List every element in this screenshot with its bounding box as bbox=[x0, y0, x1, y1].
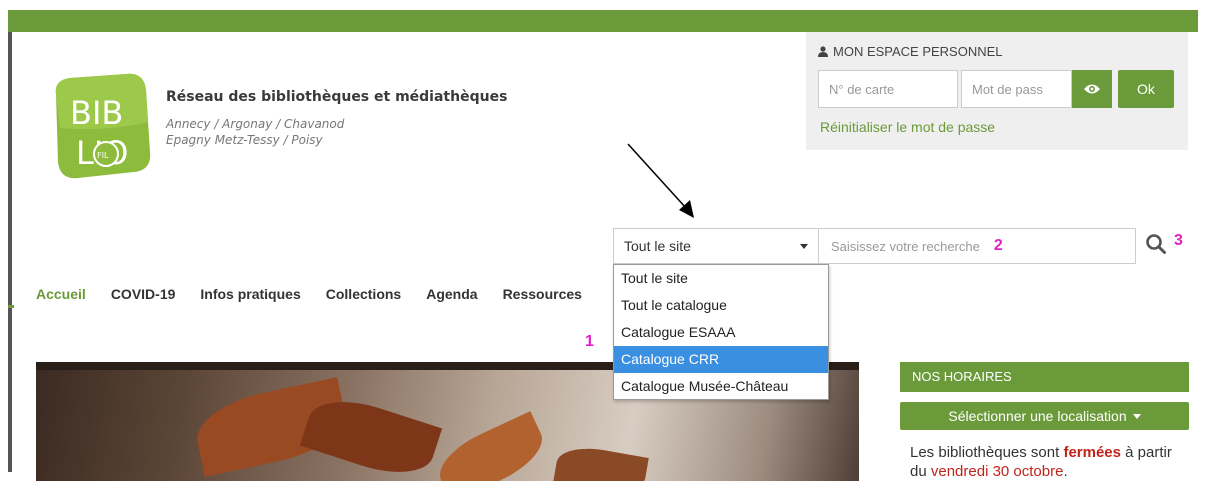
hours-text-strong: fermées bbox=[1063, 444, 1121, 461]
user-icon bbox=[818, 46, 828, 57]
login-title: MON ESPACE PERSONNEL bbox=[818, 44, 1003, 59]
login-ok-button[interactable]: Ok bbox=[1118, 70, 1174, 108]
show-password-button[interactable] bbox=[1072, 70, 1112, 108]
hours-text-date: vendredi 30 octobre bbox=[930, 463, 1064, 480]
dropdown-option-catalogue-crr[interactable]: Catalogue CRR bbox=[614, 346, 828, 373]
reset-password-link[interactable]: Réinitialiser le mot de passe bbox=[820, 119, 995, 135]
search-scope-select[interactable]: Tout le site bbox=[613, 228, 819, 264]
password-input[interactable] bbox=[961, 70, 1072, 108]
site-title: Réseau des bibliothèques et médiathèques bbox=[166, 89, 508, 105]
nav-item-collections[interactable]: Collections bbox=[326, 286, 401, 302]
nav-item-infos-pratiques[interactable]: Infos pratiques bbox=[200, 286, 300, 302]
annotation-number-2: 2 bbox=[993, 237, 1003, 254]
main-nav: Accueil COVID-19 Infos pratiques Collect… bbox=[36, 280, 613, 310]
hours-notice: Les bibliothèques sont fermées à partir … bbox=[910, 443, 1190, 481]
select-location-label: Sélectionner une localisation bbox=[948, 408, 1127, 424]
hours-header: NOS HORAIRES bbox=[900, 362, 1189, 392]
hours-text-end: . bbox=[1063, 463, 1068, 480]
login-panel: MON ESPACE PERSONNEL Ok Réinitialiser le… bbox=[806, 32, 1188, 150]
logo-badge-text: FIL bbox=[97, 151, 109, 160]
biblio-logo[interactable]: BIB LIO FIL bbox=[48, 72, 152, 182]
site-subtitle-1: Annecy / Argonay / Chavanod bbox=[166, 117, 345, 131]
login-title-text: MON ESPACE PERSONNEL bbox=[833, 44, 1003, 59]
nav-item-covid[interactable]: COVID-19 bbox=[111, 286, 176, 302]
search-scope-value: Tout le site bbox=[624, 238, 691, 254]
dropdown-option-tout-le-site[interactable]: Tout le site bbox=[614, 265, 828, 292]
logo-text-1: BIB bbox=[70, 94, 123, 132]
search-icon[interactable] bbox=[1145, 233, 1167, 255]
left-page-border bbox=[8, 32, 12, 472]
nav-item-accueil[interactable]: Accueil bbox=[36, 286, 86, 302]
dropdown-option-catalogue-musee-chateau[interactable]: Catalogue Musée-Château bbox=[614, 373, 828, 400]
side-accent bbox=[8, 305, 14, 308]
eye-icon bbox=[1084, 84, 1100, 94]
nav-item-agenda[interactable]: Agenda bbox=[426, 286, 477, 302]
hours-text-before: Les bibliothèques sont bbox=[910, 444, 1064, 461]
search-scope-dropdown: Tout le site Tout le catalogue Catalogue… bbox=[613, 264, 829, 400]
chevron-down-icon bbox=[800, 243, 808, 249]
annotation-number-1: 1 bbox=[585, 333, 594, 350]
dropdown-option-catalogue-esaaa[interactable]: Catalogue ESAAA bbox=[614, 319, 828, 346]
nav-item-ressources[interactable]: Ressources bbox=[503, 286, 582, 302]
annotation-arrow-icon bbox=[627, 143, 694, 218]
dropdown-option-tout-le-catalogue[interactable]: Tout le catalogue bbox=[614, 292, 828, 319]
search-input[interactable]: Saisissez votre recherche 2 bbox=[819, 228, 1136, 264]
caret-down-icon bbox=[1132, 413, 1141, 419]
search-placeholder: Saisissez votre recherche bbox=[831, 238, 980, 254]
site-subtitle-2: Epagny Metz-Tessy / Poisy bbox=[166, 133, 323, 147]
select-location-button[interactable]: Sélectionner une localisation bbox=[900, 402, 1189, 430]
top-green-bar bbox=[8, 10, 1198, 32]
annotation-number-3: 3 bbox=[1174, 232, 1183, 249]
card-number-input[interactable] bbox=[818, 70, 958, 108]
